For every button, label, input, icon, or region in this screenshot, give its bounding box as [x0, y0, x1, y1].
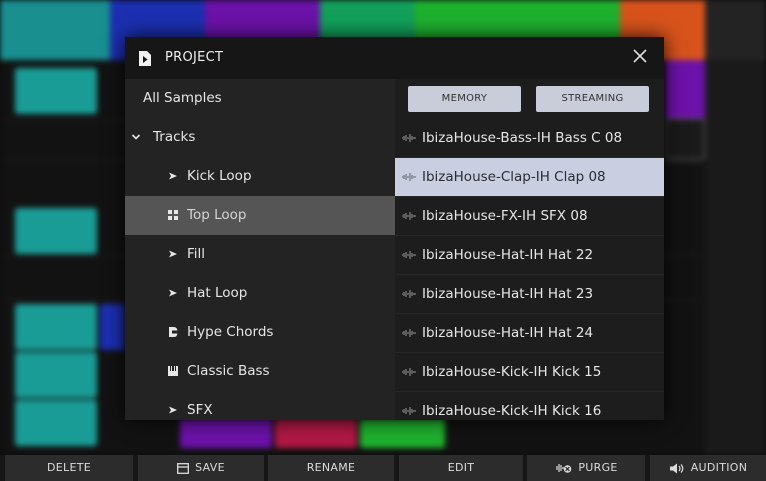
play-arrow-icon [169, 172, 177, 180]
chevron-down-icon[interactable] [130, 131, 142, 143]
bg-track-header [0, 0, 110, 60]
sample-item[interactable]: IbizaHouse-FX-IH SFX 08 [395, 197, 664, 236]
tree-item-label: All Samples [143, 90, 222, 106]
tree-item-track[interactable]: Top Loop [125, 196, 395, 235]
memory-button[interactable]: MEMORY [408, 86, 521, 112]
sample-item[interactable]: IbizaHouse-Clap-IH Clap 08 [395, 158, 664, 197]
delete-label: DELETE [47, 461, 91, 474]
waveform-icon [402, 329, 416, 337]
project-browser-dialog: PROJECT All Samples Tracks Kick Loop Top… [125, 37, 664, 420]
tree-item-tracks[interactable]: Tracks [125, 118, 395, 157]
track-tree: All Samples Tracks Kick Loop Top Loop Fi… [125, 79, 395, 420]
waveform-icon [402, 134, 416, 142]
bg-clip [100, 304, 125, 350]
bg-clip [360, 418, 445, 448]
bg-clip [665, 60, 705, 120]
tree-item-label: SFX [187, 402, 213, 418]
synth-icon [169, 327, 178, 337]
tree-item-label: Top Loop [187, 207, 247, 223]
sample-name: IbizaHouse-Hat-IH Hat 23 [422, 286, 594, 302]
tree-item-label: Fill [187, 246, 206, 262]
bg-clip [15, 304, 97, 350]
sample-name: IbizaHouse-Kick-IH Kick 16 [422, 403, 602, 419]
sample-name: IbizaHouse-Kick-IH Kick 15 [422, 364, 602, 380]
sample-name: IbizaHouse-Clap-IH Clap 08 [422, 169, 606, 185]
tree-item-track[interactable]: Fill [125, 235, 395, 274]
audition-label: AUDITION [690, 461, 748, 474]
bg-clip [15, 68, 97, 114]
tree-item-label: Hat Loop [187, 285, 248, 301]
save-button[interactable]: SAVE [138, 455, 264, 481]
bg-clip [15, 208, 97, 254]
audition-button[interactable]: AUDITION [650, 455, 766, 481]
speaker-icon [669, 463, 684, 473]
rename-label: RENAME [306, 461, 356, 474]
play-arrow-icon [169, 250, 177, 258]
drum-grid-icon [168, 210, 178, 220]
bg-clip [665, 118, 705, 160]
waveform-icon [402, 173, 416, 181]
waveform-icon [402, 251, 416, 259]
dialog-header: PROJECT [125, 37, 664, 79]
tree-item-track[interactable]: Classic Bass [125, 352, 395, 391]
project-file-icon [139, 51, 151, 66]
waveform-icon [402, 212, 416, 220]
tree-item-label: Classic Bass [187, 363, 270, 379]
waveform-icon [402, 407, 416, 415]
delete-button[interactable]: DELETE [5, 455, 133, 481]
sample-name: IbizaHouse-Hat-IH Hat 24 [422, 325, 594, 341]
waveform-icon [402, 290, 416, 298]
rename-button[interactable]: RENAME [268, 455, 394, 481]
purge-label: PURGE [578, 461, 618, 474]
save-icon [177, 462, 190, 474]
waveform-icon [402, 368, 416, 376]
tree-item-all-samples[interactable]: All Samples [125, 79, 395, 118]
tree-item-track[interactable]: Kick Loop [125, 157, 395, 196]
tree-item-label: Tracks [153, 129, 196, 145]
edit-label: EDIT [447, 461, 475, 474]
sample-name: IbizaHouse-Hat-IH Hat 22 [422, 247, 594, 263]
bottom-toolbar: DELETE SAVE RENAME EDIT PURGE AUDITION [0, 455, 766, 481]
bg-clip [15, 400, 97, 446]
play-arrow-icon [169, 289, 177, 297]
sample-name: IbizaHouse-Bass-IH Bass C 08 [422, 130, 623, 146]
tree-item-track[interactable]: Hat Loop [125, 274, 395, 313]
bg-clip [180, 418, 272, 448]
play-arrow-icon [169, 406, 177, 414]
sample-list: MEMORY STREAMING IbizaHouse-Bass-IH Bass… [395, 79, 664, 420]
bg-side-column [705, 60, 766, 455]
sample-item[interactable]: IbizaHouse-Hat-IH Hat 24 [395, 314, 664, 353]
edit-button[interactable]: EDIT [399, 455, 523, 481]
sample-item[interactable]: IbizaHouse-Hat-IH Hat 22 [395, 236, 664, 275]
tree-item-label: Kick Loop [187, 168, 252, 184]
bg-clip [15, 352, 97, 398]
sample-item[interactable]: IbizaHouse-Bass-IH Bass C 08 [395, 119, 664, 158]
save-label: SAVE [195, 461, 225, 474]
tree-item-label: Hype Chords [187, 324, 274, 340]
streaming-button[interactable]: STREAMING [536, 86, 649, 112]
tree-item-track[interactable]: Hype Chords [125, 313, 395, 352]
bg-clip [275, 418, 357, 448]
tree-item-track[interactable]: SFX [125, 391, 395, 420]
dialog-title: PROJECT [165, 50, 224, 65]
sample-item[interactable]: IbizaHouse-Kick-IH Kick 16 [395, 392, 664, 420]
sample-item[interactable]: IbizaHouse-Hat-IH Hat 23 [395, 275, 664, 314]
purge-icon [556, 464, 572, 473]
close-icon[interactable] [632, 48, 648, 64]
sample-name: IbizaHouse-FX-IH SFX 08 [422, 208, 588, 224]
sample-item[interactable]: IbizaHouse-Kick-IH Kick 15 [395, 353, 664, 392]
keys-icon [168, 366, 178, 376]
bg-track-header [705, 0, 766, 60]
purge-button[interactable]: PURGE [527, 455, 645, 481]
